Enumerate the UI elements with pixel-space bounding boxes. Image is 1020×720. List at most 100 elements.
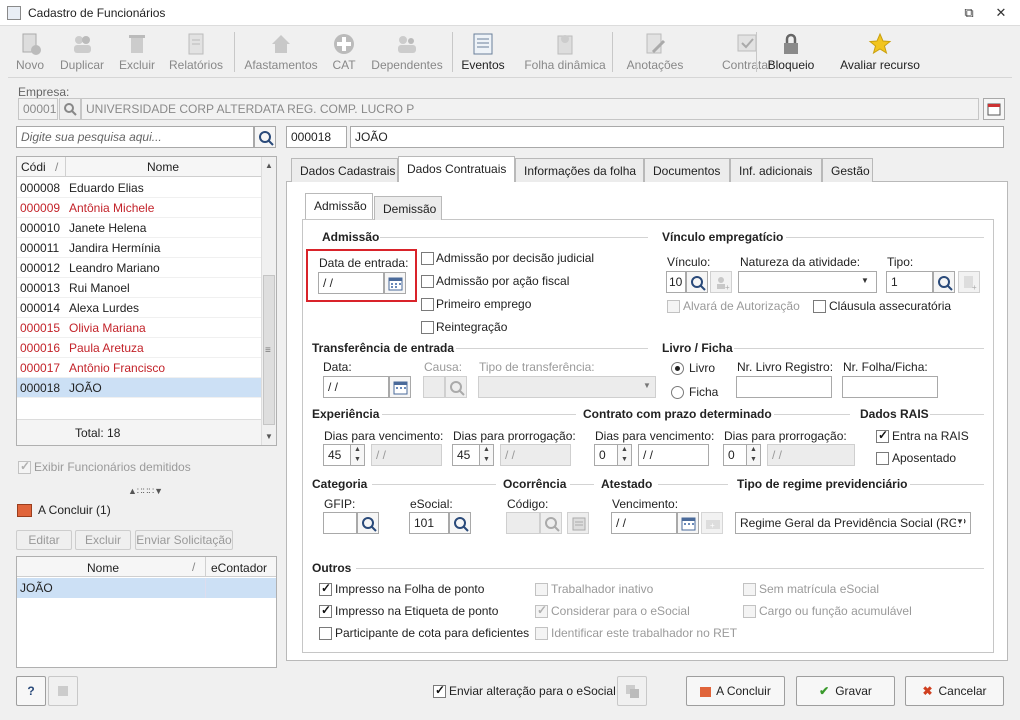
tab-dados-contratuais[interactable]: Dados Contratuais [398, 156, 515, 182]
toolbar-button-novo[interactable]: Novo [8, 28, 52, 76]
outros-checkbox[interactable] [743, 605, 756, 618]
employee-row[interactable]: 000012 Leandro Mariano [17, 258, 261, 278]
tab-documentos[interactable]: Documentos [644, 158, 730, 182]
cont-venc-date[interactable]: / / [638, 444, 709, 466]
cont-venc-stepper[interactable]: ▲ ▼ [618, 444, 632, 466]
employee-row[interactable]: 000010 Janete Helena [17, 218, 261, 238]
admission-checkbox[interactable] [421, 275, 434, 288]
vertical-scrollbar[interactable]: ▲ ≡ ▼ [261, 157, 276, 445]
cont-prorr-input[interactable]: 0 [723, 444, 747, 466]
tab-dados-cadastrais[interactable]: Dados Cadastrais [291, 158, 398, 182]
nr-folha-input[interactable] [842, 376, 938, 398]
esocial-input[interactable]: 101 [409, 512, 449, 534]
vinculo-input[interactable]: 10 [666, 271, 686, 293]
employee-row[interactable]: 000008 Eduardo Elias [17, 178, 261, 198]
exp-venc-input[interactable]: 45 [323, 444, 351, 466]
aposentado-checkbox[interactable] [876, 452, 889, 465]
send-change-checkbox[interactable] [433, 683, 446, 698]
employee-row[interactable]: 000016 Paula Aretuza [17, 338, 261, 358]
alvara-checkbox[interactable] [667, 300, 680, 313]
exp-prorr-stepper[interactable]: ▲ ▼ [480, 444, 494, 466]
restore-button[interactable]: ⧉ [958, 4, 980, 22]
vinculo-search-button[interactable] [686, 271, 708, 293]
toolbar-button-excluir[interactable]: Excluir [112, 28, 162, 76]
employee-row[interactable]: 000013 Rui Manoel [17, 278, 261, 298]
entry-date-calendar-button[interactable] [384, 272, 406, 294]
outros-checkbox[interactable] [319, 581, 332, 596]
employee-name-field[interactable]: JOÃO [350, 126, 1004, 148]
admission-checkbox[interactable] [421, 252, 434, 265]
entry-date-input[interactable]: / / [318, 272, 384, 294]
gfip-input[interactable] [323, 512, 357, 534]
save-button[interactable]: ✔ Gravar [796, 676, 895, 706]
employee-row[interactable]: 000014 Alexa Lurdes [17, 298, 261, 318]
clausula-checkbox[interactable] [813, 300, 826, 313]
outros-checkbox[interactable] [319, 627, 332, 640]
subtab-demissão[interactable]: Demissão [374, 196, 442, 220]
tipo-add-button[interactable]: + [958, 271, 980, 293]
nr-livro-input[interactable] [736, 376, 832, 398]
outros-checkbox[interactable] [743, 583, 756, 596]
atestado-calendar-button[interactable] [677, 512, 699, 534]
employee-row[interactable]: 000009 Antônia Michele [17, 198, 261, 218]
toolbar-button-eventos[interactable]: Eventos [456, 28, 510, 76]
toolbar-button-bloqueio[interactable]: Bloqueio [760, 28, 822, 76]
a-concluir-button[interactable]: A Concluir [686, 676, 785, 706]
atestado-venc-input[interactable]: / / [611, 512, 677, 534]
transfer-date-input[interactable]: / / [323, 376, 389, 398]
entra-rais-checkbox[interactable] [876, 428, 889, 443]
toolbar-button-duplicar[interactable]: Duplicar [54, 28, 110, 76]
history-button[interactable] [48, 676, 78, 706]
employee-code-field[interactable]: 000018 [286, 126, 347, 148]
employee-row[interactable]: 000018 JOÃO [17, 378, 261, 398]
search-input[interactable]: Digite sua pesquisa aqui... [16, 126, 254, 148]
admission-checkbox[interactable] [421, 321, 434, 334]
outros-checkbox[interactable] [535, 603, 548, 618]
calendar-config-button[interactable] [983, 98, 1005, 120]
transfer-date-calendar-button[interactable] [389, 376, 411, 398]
show-dismissed-checkbox[interactable] [18, 459, 31, 474]
search-button[interactable] [254, 126, 276, 148]
employee-row[interactable]: 000017 Antônio Francisco [17, 358, 261, 378]
esocial-send-button[interactable] [617, 676, 647, 706]
exp-prorr-input[interactable]: 45 [452, 444, 480, 466]
pending-edit-button[interactable]: Editar [16, 530, 72, 550]
cancel-button[interactable]: ✖ Cancelar [905, 676, 1004, 706]
admission-checkbox[interactable] [421, 298, 434, 311]
pending-col-name[interactable]: Nome [87, 561, 119, 575]
employee-row[interactable]: 000011 Jandira Hermínia [17, 238, 261, 258]
pending-row[interactable]: JOÃO [17, 578, 276, 598]
tab-inf-adicionais[interactable]: Inf. adicionais [730, 158, 822, 182]
ficha-radio[interactable] [671, 386, 684, 399]
outros-checkbox[interactable] [319, 603, 332, 618]
col-name-header[interactable]: Nome [147, 160, 179, 174]
tab-informações-da-folha[interactable]: Informações da folha [515, 158, 644, 182]
toolbar-button-afastamentos[interactable]: Afastamentos [240, 28, 322, 76]
subtab-admissão[interactable]: Admissão [305, 193, 373, 219]
employee-row[interactable]: 000015 Olivia Mariana [17, 318, 261, 338]
esocial-search-button[interactable] [449, 512, 471, 534]
help-button[interactable]: ? [16, 676, 46, 706]
toolbar-button-anotações[interactable]: Anotações [620, 28, 690, 76]
outros-checkbox[interactable] [535, 627, 548, 640]
toolbar-button-avaliar-recurso[interactable]: Avaliar recurso [830, 28, 930, 76]
regime-select[interactable]: Regime Geral da Previdência Social (RGP [735, 512, 971, 534]
splitter-grip[interactable]: ▲∷∷∷▼ [128, 486, 163, 497]
toolbar-button-folha-dinâmica[interactable]: Folha dinâmica [514, 28, 616, 76]
col-code-header[interactable]: Códi [21, 160, 46, 174]
pending-send-button[interactable]: Enviar Solicitação [135, 530, 233, 550]
toolbar-button-relatórios[interactable]: Relatórios [164, 28, 228, 76]
tipo-search-button[interactable] [933, 271, 955, 293]
outros-checkbox[interactable] [535, 583, 548, 596]
gfip-search-button[interactable] [357, 512, 379, 534]
pending-col-econtador[interactable]: eContador [211, 561, 267, 575]
vinculo-add-button[interactable]: + [710, 271, 732, 293]
toolbar-button-dependentes[interactable]: Dependentes [366, 28, 448, 76]
pending-delete-button[interactable]: Excluir [75, 530, 131, 550]
toolbar-button-cat[interactable]: CAT [326, 28, 362, 76]
natureza-select[interactable] [738, 271, 877, 293]
tipo-input[interactable]: 1 [886, 271, 933, 293]
livro-radio[interactable] [671, 362, 684, 375]
exp-venc-stepper[interactable]: ▲ ▼ [351, 444, 365, 466]
cont-venc-input[interactable]: 0 [594, 444, 618, 466]
